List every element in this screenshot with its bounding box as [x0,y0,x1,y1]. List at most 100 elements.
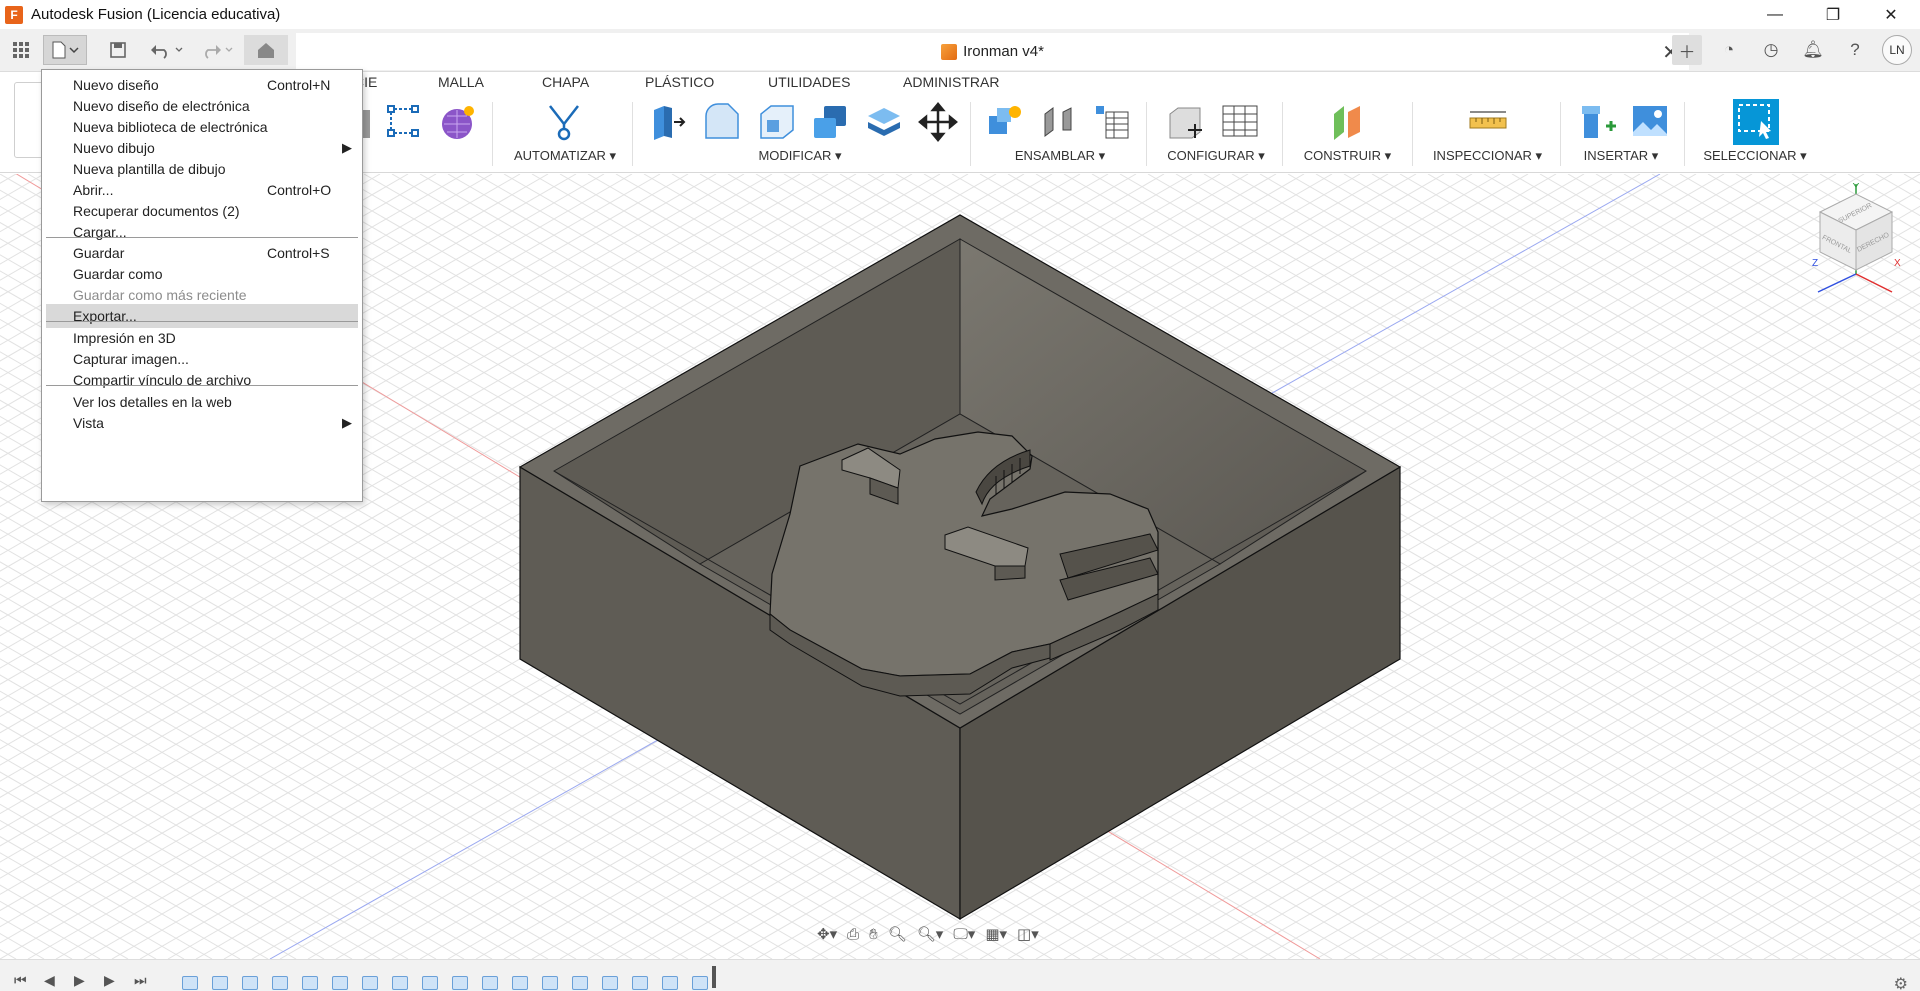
notifications-bell-icon[interactable]: 🔔︎ [1798,35,1828,65]
box-model[interactable] [518,214,1402,921]
timeline-feature-icon[interactable] [452,976,468,990]
menu-item-shortcut: Control+O [267,182,332,198]
settings-gear-icon[interactable]: ⚙ [1894,974,1908,991]
timeline-prev-icon[interactable]: ◀ [44,972,55,989]
menu-item-label: Guardar [73,245,125,261]
group-inspeccionar[interactable]: INSPECCIONAR ▾ [1420,148,1555,164]
timeline-feature-icon[interactable] [482,976,498,990]
timeline-feature-icon[interactable] [362,976,378,990]
menu-item-label: Compartir vínculo de archivo [73,372,252,388]
file-menu-item[interactable]: Compartir vínculo de archivo [46,368,358,392]
timeline-feature-icon[interactable] [392,976,408,990]
tab-chapa[interactable]: CHAPA [542,74,589,90]
job-status-clock-icon[interactable]: ◷ [1756,35,1786,65]
help-icon[interactable]: ? [1840,35,1870,65]
timeline-feature-icon[interactable] [212,976,228,990]
close-window-button[interactable]: ✕ [1862,0,1920,29]
group-construir[interactable]: CONSTRUIR ▾ [1290,148,1405,164]
file-menu-item[interactable]: Vista ▶ [46,411,358,435]
menu-separator [46,236,358,238]
zoom-window-icon[interactable]: 🔍︎▾ [914,922,947,946]
timeline-feature-icon[interactable] [272,976,288,990]
form-icon[interactable] [438,102,478,142]
submenu-arrow-icon: ▶ [342,415,352,430]
menu-item-label: Ver los detalles en la web [73,394,232,410]
press-pull-icon[interactable] [648,102,688,142]
timeline-feature-icon[interactable] [422,976,438,990]
group-seleccionar[interactable]: SELECCIONAR ▾ [1695,148,1815,164]
timeline-feature-icon[interactable] [182,976,198,990]
title-bar: F Autodesk Fusion (Licencia educativa) —… [0,0,1920,29]
file-menu-item[interactable]: Exportar... [46,304,358,328]
timeline-marker[interactable] [712,966,716,988]
group-automatizar[interactable]: AUTOMATIZAR ▾ [505,148,625,164]
user-avatar[interactable]: LN [1882,35,1912,65]
menu-item-shortcut: Control+N [267,77,331,93]
timeline-next-icon[interactable]: ▶ [104,972,115,989]
timeline: ⏮ ◀ ▶ ▶ ⏭ ⚙ [0,959,1920,991]
timeline-feature-icon[interactable] [602,976,618,990]
tab-malla[interactable]: MALLA [438,74,484,90]
window-title: Autodesk Fusion (Licencia educativa) [31,6,281,23]
display-settings-icon[interactable]: 🖵▾ [950,922,978,946]
group-ensamblar[interactable]: ENSAMBLAR ▾ [990,148,1130,164]
timeline-feature-icon[interactable] [662,976,678,990]
axis-y-label: Y [1853,182,1860,193]
design-icon [941,43,958,60]
axis-z-label: Z [1812,258,1818,269]
menu-item-label: Impresión en 3D [73,330,176,346]
timeline-feature-icon[interactable] [242,976,258,990]
file-menu-button[interactable] [43,35,87,65]
tab-utilidades[interactable]: UTILIDADES [768,74,850,90]
group-insertar[interactable]: INSERTAR ▾ [1566,148,1676,164]
workspace-switcher[interactable] [14,82,44,158]
look-at-icon[interactable]: ⎙ [844,922,862,946]
file-dropdown-menu: Nuevo diseño Control+N Nuevo diseño de ele… [41,69,363,502]
redo-icon[interactable] [196,35,236,65]
group-modificar[interactable]: MODIFICAR ▾ [700,148,900,164]
zoom-icon[interactable]: 🔍︎ [885,922,910,946]
grid-settings-icon[interactable]: ▦▾ [982,922,1010,946]
timeline-play-icon[interactable]: ▶ [74,972,85,989]
menu-item-label: Recuperar documentos (2) [73,203,240,219]
navigation-toolbar: ✥▾ ⎙ ✋︎ 🔍︎ 🔍︎▾ 🖵▾ ▦▾ ◫▾ [814,920,1042,948]
menu-separator [46,384,358,386]
menu-item-label: Nueva biblioteca de electrónica [73,119,268,135]
menu-item-label: Vista [73,415,104,431]
move-icon[interactable] [918,102,958,142]
timeline-feature-icon[interactable] [692,976,708,990]
timeline-feature-icon[interactable] [632,976,648,990]
menu-item-label: Nuevo diseño [73,77,159,93]
menu-item-label: Nuevo dibujo [73,140,155,156]
viewports-icon[interactable]: ◫▾ [1014,922,1042,946]
extensions-icon[interactable]: ◔ [1714,35,1744,65]
save-icon[interactable] [106,35,130,65]
undo-icon[interactable] [146,35,186,65]
timeline-feature-icon[interactable] [302,976,318,990]
menu-item-label: Guardar como más reciente [73,287,247,303]
timeline-feature-icon[interactable] [512,976,528,990]
timeline-feature-icon[interactable] [572,976,588,990]
timeline-feature-icon[interactable] [332,976,348,990]
menu-item-label: Abrir... [73,182,114,198]
timeline-first-icon[interactable]: ⏮ [14,972,27,989]
document-tab[interactable]: Ironman v4* ✕ [296,33,1689,70]
document-title: Ironman v4* [963,43,1044,60]
document-tab-bar: Ironman v4* ✕ ＋ ◔ ◷ 🔔︎ ? LN [0,29,1920,72]
minimize-button[interactable]: — [1746,0,1804,29]
submenu-arrow-icon: ▶ [342,140,352,155]
tab-administrar[interactable]: ADMINISTRAR [903,74,999,90]
restore-button[interactable]: ❐ [1804,0,1862,29]
tab-plastico[interactable]: PLÁSTICO [645,74,714,90]
timeline-last-icon[interactable]: ⏭ [134,972,147,989]
menu-item-label: Capturar imagen... [73,351,189,367]
pan-hand-icon[interactable]: ✋︎ [866,922,881,946]
orbit-icon[interactable]: ✥▾ [814,922,840,946]
menu-item-label: Cargar... [73,224,127,240]
sketch-constraint-icon[interactable] [384,102,424,142]
timeline-feature-icon[interactable] [542,976,558,990]
new-tab-plus-icon[interactable]: ＋ [1672,35,1702,65]
group-configurar[interactable]: CONFIGURAR ▾ [1156,148,1276,164]
home-icon[interactable] [244,35,288,65]
data-panel-grid-icon[interactable] [8,35,34,65]
